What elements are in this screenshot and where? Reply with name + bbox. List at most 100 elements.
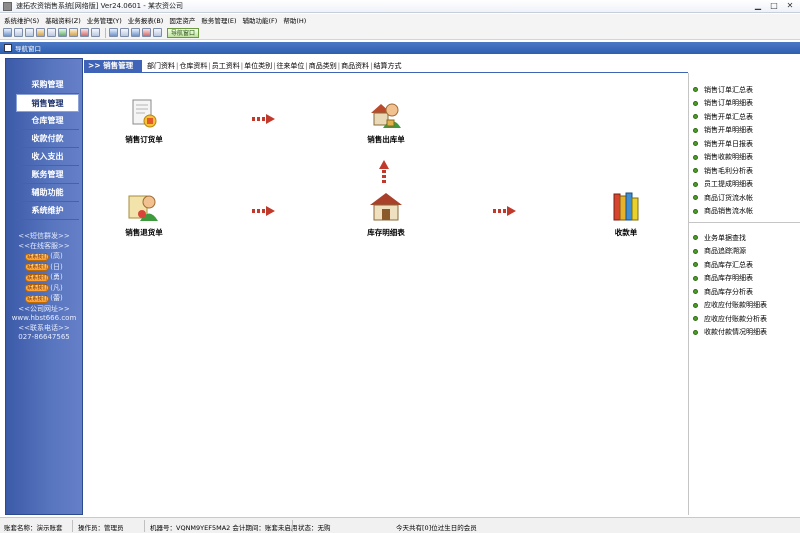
money-icon[interactable] (69, 28, 78, 37)
link-settlement[interactable]: 结算方式 (373, 61, 403, 71)
sales-return-node[interactable]: 销售退货单 (109, 190, 179, 238)
receipt-node[interactable]: 收款单 (591, 190, 661, 238)
sidebar-item-payments[interactable]: 收款付款 (16, 130, 79, 148)
status-divider (144, 520, 145, 532)
sidebar-item-accounts[interactable]: 账务管理 (16, 166, 79, 184)
close-icon[interactable]: ✕ (784, 1, 796, 11)
maximize-icon[interactable]: □ (768, 1, 780, 11)
exit-icon[interactable] (153, 28, 162, 37)
report-link-label: 销售开单汇总表 (704, 112, 753, 121)
tab-strip: 导航窗口 (0, 42, 800, 54)
report-link[interactable]: 员工提成明细表 (689, 178, 800, 192)
report-link[interactable]: 商品库存分析表 (689, 285, 800, 299)
report-link[interactable]: 销售开单明细表 (689, 124, 800, 138)
menu-reports[interactable]: 业务报表(B) (128, 15, 164, 25)
sales-outbound-node[interactable]: 销售出库单 (351, 97, 421, 145)
qq-contact[interactable]: 联系我们 (勇) (6, 273, 82, 283)
sidebar-item-system[interactable]: 系统维护 (16, 202, 79, 220)
link-departments[interactable]: 部门资料 (146, 61, 176, 71)
qq-icon: 联系我们 (25, 294, 50, 303)
bullet-icon (693, 275, 698, 281)
qq-contact[interactable]: 联系我们 (高) (6, 252, 82, 262)
qq-contact[interactable]: 联系我们 (凡) (6, 284, 82, 294)
report-link[interactable]: 销售收款明细表 (689, 151, 800, 165)
chart-icon[interactable] (80, 28, 89, 37)
menu-help[interactable]: 帮助(H) (283, 15, 306, 25)
document-icon (127, 97, 161, 131)
menu-business[interactable]: 业务管理(Y) (87, 15, 122, 25)
status-state: 状态：无购 (298, 524, 331, 532)
report-link[interactable]: 商品销售流水帐 (689, 205, 800, 219)
link-products[interactable]: 商品资料 (340, 61, 370, 71)
app-icon (3, 1, 12, 11)
nav-window-button[interactable]: 导航窗口 (167, 27, 200, 38)
link-warehouses[interactable]: 仓库资料 (178, 61, 208, 71)
report-link[interactable]: 商品追踪溯源 (689, 245, 800, 259)
inventory-detail-node[interactable]: 库存明细表 (351, 190, 421, 238)
menu-basic-data[interactable]: 基础资料(Z) (45, 15, 81, 25)
bullet-icon (693, 208, 698, 214)
status-birthday: 今天共有[0]位过生日的会员 (396, 524, 477, 532)
report-link[interactable]: 商品库存明细表 (689, 272, 800, 286)
sidebar-item-purchase[interactable]: 采购管理 (16, 76, 79, 94)
menu-accounts[interactable]: 账务管理(E) (201, 15, 236, 25)
report-link[interactable]: 商品库存汇总表 (689, 258, 800, 272)
sidebar-item-sales[interactable]: 销售管理 (16, 94, 79, 112)
list-icon[interactable] (25, 28, 34, 37)
report-link-label: 业务单据查找 (704, 233, 746, 242)
sidebar-item-tools[interactable]: 辅助功能 (16, 184, 79, 202)
menu-tools[interactable]: 辅助功能(F) (243, 15, 278, 25)
title-bar: 速拓农资销售系统[网络版] Ver24.0601 - 某农资公司 ▁ □ ✕ (0, 0, 800, 13)
online-support-title: <<在线客服>> (18, 241, 70, 250)
tab-nav-window[interactable]: 导航窗口 (15, 43, 41, 53)
minimize-icon[interactable]: ▁ (752, 1, 764, 11)
bullet-icon (693, 195, 698, 201)
table-icon[interactable] (91, 28, 100, 37)
qq-icon: 联系我们 (25, 284, 50, 293)
tab-window-icon (4, 44, 12, 52)
status-operator: 操作员：管理员 (78, 524, 124, 532)
help-icon[interactable] (142, 28, 151, 37)
report-link[interactable]: 商品订货流水帐 (689, 191, 800, 205)
phone-title: <<联系电话>> (18, 323, 70, 332)
report-link[interactable]: 收款付款情况明细表 (689, 326, 800, 340)
sales-order-node[interactable]: 销售订货单 (109, 97, 179, 145)
link-unit-categories[interactable]: 单位类别 (243, 61, 273, 71)
edit-icon[interactable] (47, 28, 56, 37)
bullet-icon (693, 329, 698, 335)
report-link-label: 应收应付账款明细表 (704, 301, 767, 310)
person-icon[interactable] (58, 28, 67, 37)
report-link[interactable]: 应收应付账款分析表 (689, 312, 800, 326)
report-link[interactable]: 应收应付账款明细表 (689, 299, 800, 313)
qq-contact[interactable]: 联系我们 (蕾) (6, 294, 82, 304)
inventory-detail-label: 库存明细表 (367, 228, 405, 237)
report-link[interactable]: 销售开单汇总表 (689, 110, 800, 124)
menu-fixed-assets[interactable]: 固定资产 (169, 15, 195, 25)
report-link[interactable]: 销售订单明细表 (689, 97, 800, 111)
toolbar: 导航窗口 (0, 26, 800, 40)
bullet-icon (693, 87, 698, 93)
link-product-categories[interactable]: 商品类别 (308, 61, 338, 71)
report-link[interactable]: 销售订单汇总表 (689, 83, 800, 97)
calculator-icon[interactable] (109, 28, 118, 37)
sidebar-item-warehouse[interactable]: 仓库管理 (16, 112, 79, 130)
section-header: >> 销售管理 部门资料 | 仓库资料 | 员工资料 | 单位类别 | 往来单位 | 商品… (84, 60, 688, 72)
qq-contact[interactable]: 联系我们 (日) (6, 263, 82, 273)
print-icon[interactable] (131, 28, 140, 37)
sms-link[interactable]: <<短信群发>> (6, 232, 82, 242)
warehouse-icon (369, 190, 403, 224)
new-icon[interactable] (3, 28, 12, 37)
link-partners[interactable]: 往来单位 (275, 61, 305, 71)
folder-icon[interactable] (36, 28, 45, 37)
report-link[interactable]: 业务单据查找 (689, 231, 800, 245)
save-icon[interactable] (120, 28, 129, 37)
report-link[interactable]: 销售开单日报表 (689, 137, 800, 151)
menu-system[interactable]: 系统维护(S) (4, 15, 39, 25)
link-employees[interactable]: 员工资料 (211, 61, 241, 71)
sidebar-item-income-expense[interactable]: 收入支出 (16, 148, 79, 166)
report-link[interactable]: 销售毛利分析表 (689, 164, 800, 178)
window-icon[interactable] (14, 28, 23, 37)
company-site-link[interactable]: www.hbst666.com (6, 314, 82, 324)
report-link-label: 员工提成明细表 (704, 180, 753, 189)
qq-icon: 联系我们 (25, 273, 50, 282)
